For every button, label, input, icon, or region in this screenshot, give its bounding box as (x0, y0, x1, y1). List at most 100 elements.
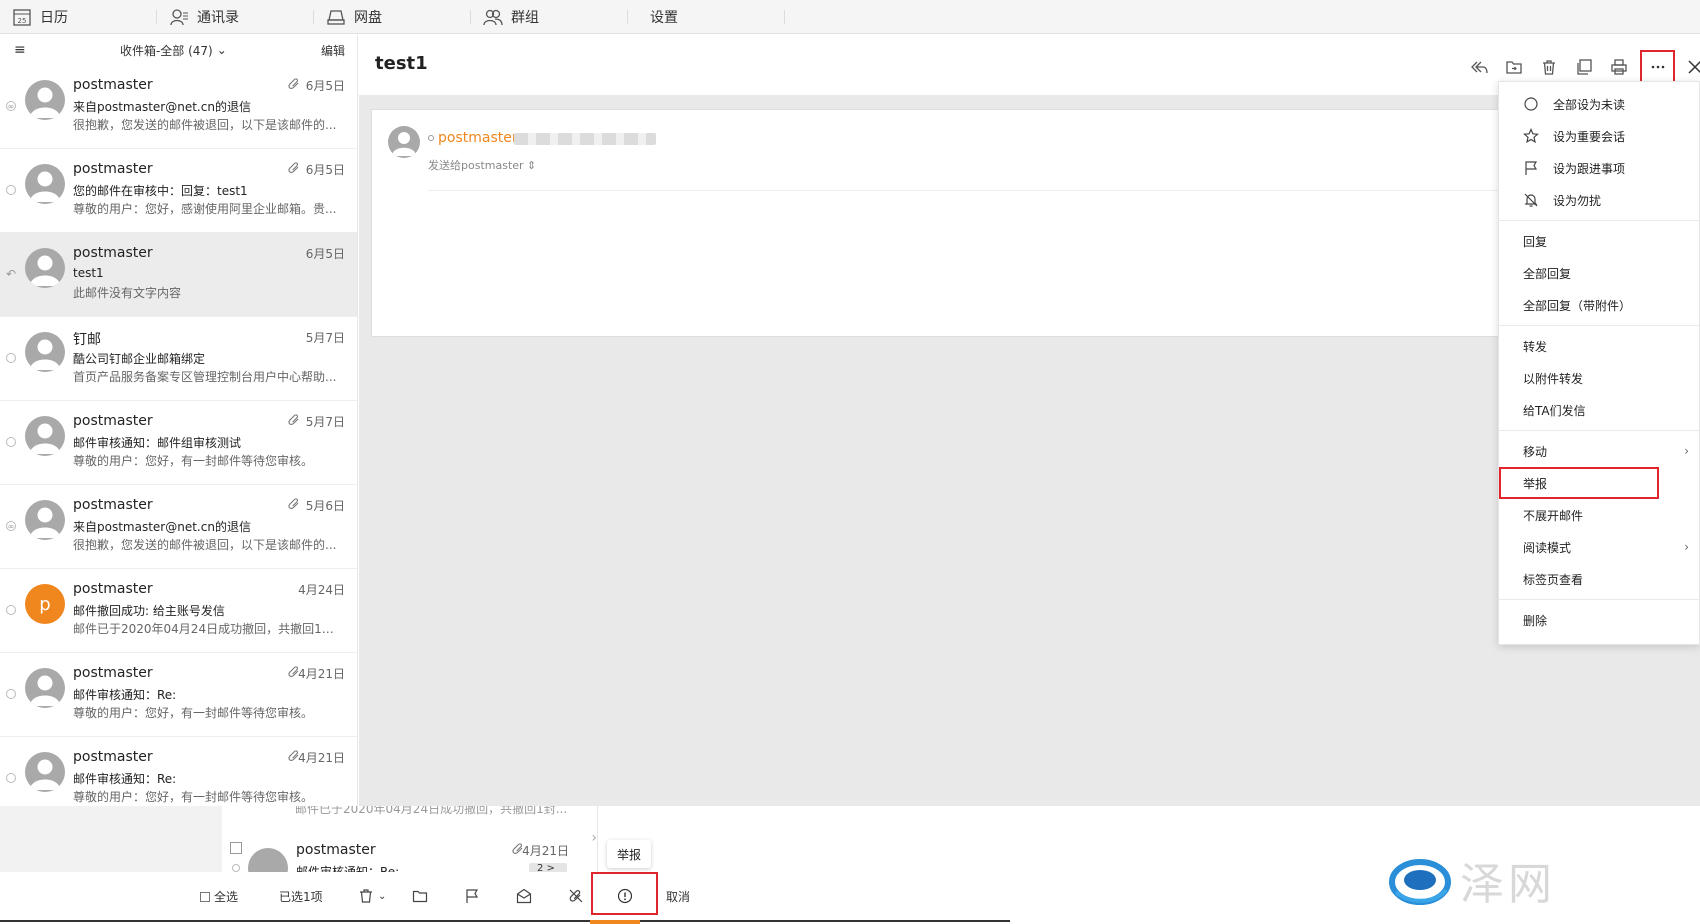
mail-date: 6月5日 (305, 163, 345, 177)
report-tooltip: 举报 (607, 840, 651, 868)
menu-tab-view[interactable]: 标签页查看 (1499, 563, 1699, 595)
group-icon (483, 9, 503, 26)
mail-list-item[interactable]: postmaster 6月5日您的邮件在审核中：回复：test1 尊敬的用户：您好，… (0, 149, 357, 233)
user-avatar-icon (25, 759, 65, 792)
mail-list-item[interactable]: ↶ postmaster 6月5日 test1 此邮件没有文字内容 (0, 233, 357, 317)
sender-name: postmaster (73, 161, 153, 177)
nav-group-label: 群组 (511, 10, 539, 26)
menu-report[interactable]: 举报 (1499, 467, 1659, 499)
thread-count-badge[interactable]: 2 > (529, 863, 567, 872)
nav-settings[interactable]: 设置 (628, 0, 785, 34)
menu-divider (1499, 430, 1699, 431)
menu-follow-up[interactable]: 设为跟进事项 (1499, 152, 1699, 184)
sender-avatar: p (25, 584, 65, 624)
menu-divider (1499, 599, 1699, 600)
recipient-toggle[interactable]: 发送给postmaster ⇕ (428, 157, 536, 173)
edit-button[interactable]: 编辑 (321, 42, 345, 59)
menu-reply-all[interactable]: 全部回复 (1499, 257, 1699, 289)
menu-do-not-disturb[interactable]: 设为勿扰 (1499, 184, 1699, 216)
menu-mark-important[interactable]: 设为重要会话 (1499, 120, 1699, 152)
mail-date: 4月21日 (298, 751, 345, 765)
mail-subject: 酷公司钉邮企业邮箱绑定 (73, 352, 206, 366)
menu-mark-all-unread[interactable]: 全部设为未读 (1499, 88, 1699, 120)
bounced-status-icon[interactable]: ∞ (6, 521, 16, 531)
chevron-right-icon: › (1684, 444, 1689, 458)
menu-no-expand[interactable]: 不展开邮件 (1499, 499, 1699, 531)
sender-avatar (25, 164, 65, 204)
unread-status-icon[interactable] (6, 773, 16, 783)
sender-name: postmaster (73, 497, 153, 513)
menu-reply[interactable]: 回复 (1499, 225, 1699, 257)
menu-divider (1499, 325, 1699, 326)
mail-list-item[interactable]: postmaster 4月21日 邮件审核通知：Re: 尊敬的用户：您好，有一封邮件等… (0, 737, 357, 806)
nav-drive[interactable]: 网盘 (314, 0, 471, 34)
mail-date: 4月24日 (298, 583, 345, 597)
mail-subject: 您的邮件在审核中：回复：test1 (73, 184, 248, 198)
nav-calendar[interactable]: 25 日历 (0, 0, 157, 34)
mail-list-item[interactable]: 钉邮 5月7日 酷公司钉邮企业邮箱绑定 首页产品服务备案专区管理控制台用户中心帮助..… (0, 317, 357, 401)
sender-name: postmaster (296, 842, 376, 858)
trash-icon (360, 889, 372, 903)
sender-avatar (25, 332, 65, 372)
move-button[interactable] (1496, 50, 1531, 84)
menu-mail-them[interactable]: 给TA们发信 (1499, 394, 1699, 426)
user-avatar-icon (25, 507, 65, 540)
folder-icon (412, 890, 428, 903)
mail-list-item[interactable]: ∞ postmaster 6月5日 来自postmaster@net.cn的退信 很抱歉… (0, 65, 357, 149)
sender-avatar (25, 752, 65, 792)
circle-icon (1524, 97, 1538, 111)
delete-button[interactable] (1531, 50, 1566, 84)
bounced-status-icon[interactable]: ∞ (6, 101, 16, 111)
nav-contacts[interactable]: 通讯录 (157, 0, 314, 34)
menu-label: 设为重要会话 (1553, 129, 1626, 144)
menu-reply-all-attachments[interactable]: 全部回复（带附件） (1499, 289, 1699, 321)
menu-reading-mode[interactable]: 阅读模式 › (1499, 531, 1699, 563)
chevron-right-icon[interactable]: › (591, 830, 597, 846)
bulk-flag-button[interactable] (464, 888, 480, 904)
print-button[interactable] (1601, 50, 1636, 84)
bulk-mark-read-button[interactable] (516, 888, 532, 904)
bulk-attachment-button[interactable] (568, 888, 584, 904)
mail-list-item[interactable]: postmaster 4月21日 邮件审核通知：Re: 尊敬的用户：您好，有一封邮件等… (0, 653, 357, 737)
mail-subject: 来自postmaster@net.cn的退信 (73, 100, 251, 114)
reply-all-button[interactable] (1461, 50, 1496, 84)
sender-name[interactable]: postmaster (428, 130, 518, 146)
cancel-button[interactable]: 取消 (666, 888, 690, 905)
nav-group[interactable]: 群组 (471, 0, 628, 34)
bulk-move-button[interactable] (412, 888, 428, 904)
mail-list-item[interactable]: postmaster 5月7日 邮件审核通知：邮件组审核测试 尊敬的用户：您好，有一封… (0, 401, 357, 485)
menu-label: 移动 (1523, 444, 1548, 459)
nav-contacts-label: 通讯录 (197, 10, 239, 26)
new-window-button[interactable] (1566, 50, 1601, 84)
watermark: 泽网 (1388, 848, 1556, 912)
menu-delete[interactable]: 删除 (1499, 604, 1699, 636)
menu-move[interactable]: 移动 › (1499, 435, 1699, 467)
collapse-sidebar-icon[interactable]: ≡ (14, 42, 26, 58)
mail-preview: 尊敬的用户：您好，有一封邮件等待您审核。 (73, 790, 314, 804)
trash-icon (1542, 60, 1555, 75)
mail-subject: 邮件审核通知：Re: (73, 688, 177, 702)
close-button[interactable] (1677, 50, 1700, 84)
select-all-button[interactable]: 全选 (200, 888, 238, 905)
folder-selector[interactable]: 收件箱-全部 (47) ⌄ (120, 42, 227, 59)
menu-forward[interactable]: 转发 (1499, 330, 1699, 362)
row-checkbox[interactable] (230, 842, 242, 854)
mail-preview: 首页产品服务备案专区管理控制台用户中心帮助... (73, 370, 337, 384)
mute-bell-icon (1524, 193, 1538, 207)
menu-label: 删除 (1523, 613, 1548, 628)
mail-list-item[interactable]: ∞ postmaster 5月6日 来自postmaster@net.cn的退信 很抱歉… (0, 485, 357, 569)
unread-status-icon[interactable] (6, 353, 16, 363)
overlay-mail-list: 邮件已于2020年04月24日成功撤回，共撤回1封... postmaster … (222, 806, 598, 872)
unread-status-icon[interactable] (6, 437, 16, 447)
mail-list-item[interactable]: p postmaster 4月24日 邮件撤回成功: 给主账号发信 邮件已于2020年0… (0, 569, 357, 653)
unread-status-icon[interactable] (6, 605, 16, 615)
replied-status-icon[interactable]: ↶ (6, 267, 16, 281)
sender-name: postmaster (73, 665, 153, 681)
select-all-label: 全选 (214, 890, 239, 904)
menu-forward-as-attachment[interactable]: 以附件转发 (1499, 362, 1699, 394)
unread-status-icon[interactable] (6, 185, 16, 195)
unread-status-icon[interactable] (6, 689, 16, 699)
mail-preview: 尊敬的用户：您好，感谢使用阿里企业邮箱。贵... (73, 202, 337, 216)
more-button[interactable] (1640, 50, 1675, 84)
bulk-delete-button[interactable]: ⌄ (358, 888, 386, 904)
